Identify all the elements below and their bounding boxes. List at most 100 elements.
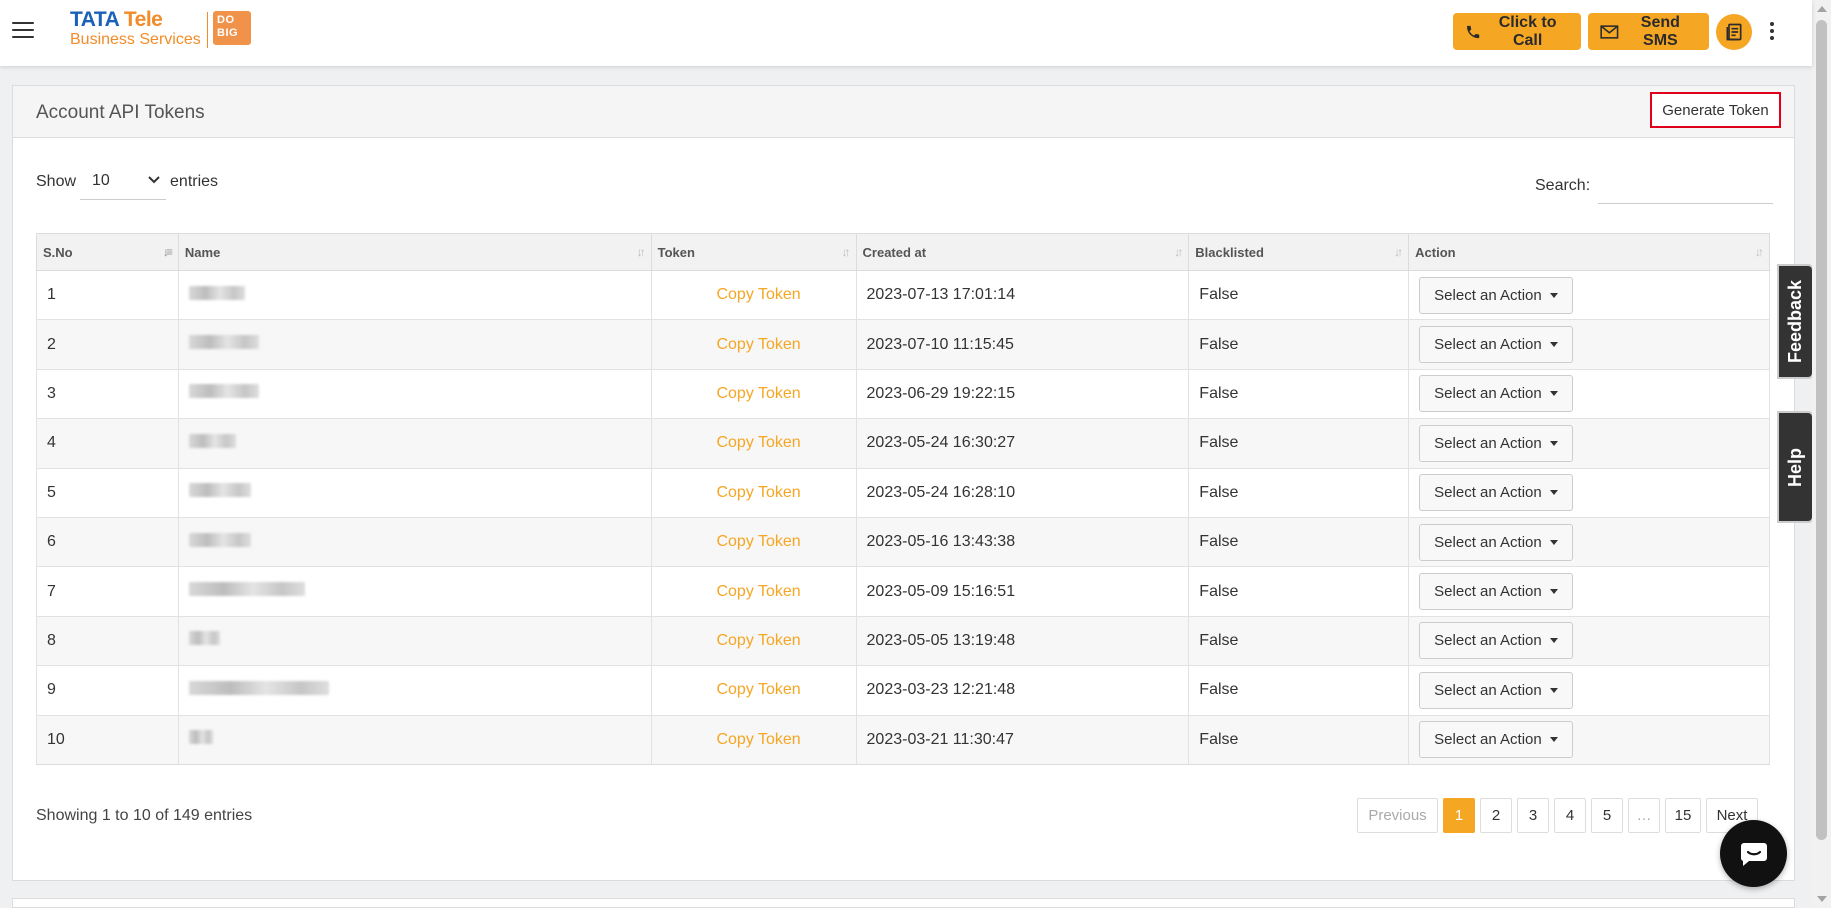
pagination-page-3[interactable]: 3 [1517,798,1549,833]
copy-token-link[interactable]: Copy Token [662,731,856,749]
search-control: Search: [1535,167,1774,204]
cell-created-at: 2023-05-05 13:19:48 [855,615,1190,666]
select-action-dropdown[interactable]: Select an Action [1419,276,1573,314]
column-header-action[interactable]: Action ↓↑ [1408,233,1770,271]
redacted-name [188,285,245,300]
select-action-dropdown[interactable]: Select an Action [1419,424,1573,462]
copy-token-link[interactable]: Copy Token [662,583,856,601]
copy-token-link[interactable]: Copy Token [662,286,856,304]
cell-created-at: 2023-07-10 11:15:45 [855,319,1190,370]
cell-sno: 3 [36,368,179,419]
logo-subtitle: Business Services [70,31,201,48]
select-action-dropdown[interactable]: Select an Action [1419,375,1573,413]
caret-down-icon [1549,342,1558,348]
sort-icon: ↓↑ [1755,245,1764,259]
column-header-sno[interactable]: S.No ↓≡ [36,233,179,271]
cell-sno: 2 [36,319,179,370]
click-to-call-button[interactable]: Click to Call [1453,13,1581,50]
help-tab[interactable]: Help [1779,413,1812,521]
caret-down-icon [1549,292,1558,298]
select-action-dropdown[interactable]: Select an Action [1419,474,1573,512]
select-action-dropdown[interactable]: Select an Action [1419,326,1573,364]
scroll-down-arrow-icon[interactable] [1817,896,1827,902]
more-options-icon[interactable] [1770,22,1776,42]
generate-token-button[interactable]: Generate Token [1650,92,1781,128]
pagination-previous[interactable]: Previous [1357,798,1438,833]
pagination-page-2[interactable]: 2 [1480,798,1512,833]
mail-icon [1600,24,1619,39]
cell-blacklisted: False [1188,269,1410,320]
caret-down-icon [1549,490,1558,496]
cell-blacklisted: False [1188,516,1410,567]
select-action-dropdown[interactable]: Select an Action [1419,622,1573,660]
caret-down-icon [1549,440,1558,446]
copy-token-link[interactable]: Copy Token [662,681,856,699]
search-label: Search: [1535,176,1591,194]
copy-token-link[interactable]: Copy Token [662,336,856,354]
cell-created-at: 2023-05-24 16:30:27 [855,418,1190,469]
table-row: 8 Copy Token 2023-05-05 13:19:48 False S… [36,615,1770,666]
redacted-name [188,335,259,350]
entries-label: entries [170,173,219,190]
table-row: 6 Copy Token 2023-05-16 13:43:38 False S… [36,516,1770,567]
column-header-name[interactable]: Name ↓↑ [177,233,652,271]
pagination-page-4[interactable]: 4 [1554,798,1586,833]
copy-token-link[interactable]: Copy Token [662,484,856,502]
copy-token-link[interactable]: Copy Token [662,385,856,403]
caret-down-icon [1549,638,1558,644]
cell-name [177,714,652,765]
send-sms-button[interactable]: Send SMS [1588,13,1709,50]
column-header-blacklisted[interactable]: Blacklisted ↓↑ [1188,233,1410,271]
copy-token-link[interactable]: Copy Token [662,632,856,650]
page-length-value: 10 [92,172,110,189]
select-action-dropdown[interactable]: Select an Action [1419,523,1573,561]
column-header-created-at[interactable]: Created at ↓↑ [855,233,1190,271]
table-row: 7 Copy Token 2023-05-09 15:16:51 False S… [36,566,1770,617]
cell-name [177,516,652,567]
show-label: Show [36,173,77,190]
copy-token-link[interactable]: Copy Token [662,533,856,551]
scroll-up-arrow-icon[interactable] [1817,6,1827,12]
table-info: Showing 1 to 10 of 149 entries [36,807,253,824]
chat-widget-button[interactable] [1720,820,1787,887]
cell-name [177,368,652,419]
panel-header: Account API Tokens Generate Token [13,86,1794,138]
caret-down-icon [1549,539,1558,545]
pagination-page-5[interactable]: 5 [1591,798,1623,833]
feedback-tab[interactable]: Feedback [1779,266,1812,377]
pagination-page-15[interactable]: 15 [1665,798,1701,833]
menu-icon[interactable] [12,22,34,40]
sort-icon: ↓↑ [636,245,646,259]
table-row: 9 Copy Token 2023-03-23 12:21:48 False S… [36,665,1770,716]
cell-sno: 9 [36,665,179,716]
sort-icon: ↓↑ [841,245,851,259]
cell-blacklisted: False [1188,615,1410,666]
select-action-dropdown[interactable]: Select an Action [1419,671,1573,709]
cell-name [177,269,652,320]
page-length-select[interactable]: 10 [80,164,167,200]
redacted-name [188,680,329,695]
copy-token-link[interactable]: Copy Token [662,434,856,452]
pagination-page-1[interactable]: 1 [1443,798,1475,833]
cell-blacklisted: False [1188,467,1410,518]
redacted-name [188,730,213,745]
select-action-dropdown[interactable]: Select an Action [1419,721,1573,759]
cell-created-at: 2023-06-29 19:22:15 [855,368,1190,419]
pagination-ellipsis: … [1628,798,1660,833]
logo-badge: DO BIG [213,11,251,45]
search-input[interactable] [1598,167,1774,204]
select-action-dropdown[interactable]: Select an Action [1419,573,1573,611]
company-logo[interactable]: TATA Tele Business Services DO BIG [70,9,251,49]
scrollbar-thumb[interactable] [1816,20,1827,840]
cell-created-at: 2023-05-16 13:43:38 [855,516,1190,567]
cell-created-at: 2023-03-23 12:21:48 [855,665,1190,716]
page-scrollbar[interactable] [1812,0,1831,908]
next-panel-edge [12,898,1795,908]
table-row: 2 Copy Token 2023-07-10 11:15:45 False S… [36,319,1770,370]
pagination: Previous 1 2 3 4 5 … 15 Next [1357,798,1758,833]
cell-sno: 5 [36,467,179,518]
notes-button[interactable] [1716,14,1752,50]
caret-down-icon [1549,391,1558,397]
cell-sno: 7 [36,566,179,617]
column-header-token[interactable]: Token ↓↑ [650,233,857,271]
